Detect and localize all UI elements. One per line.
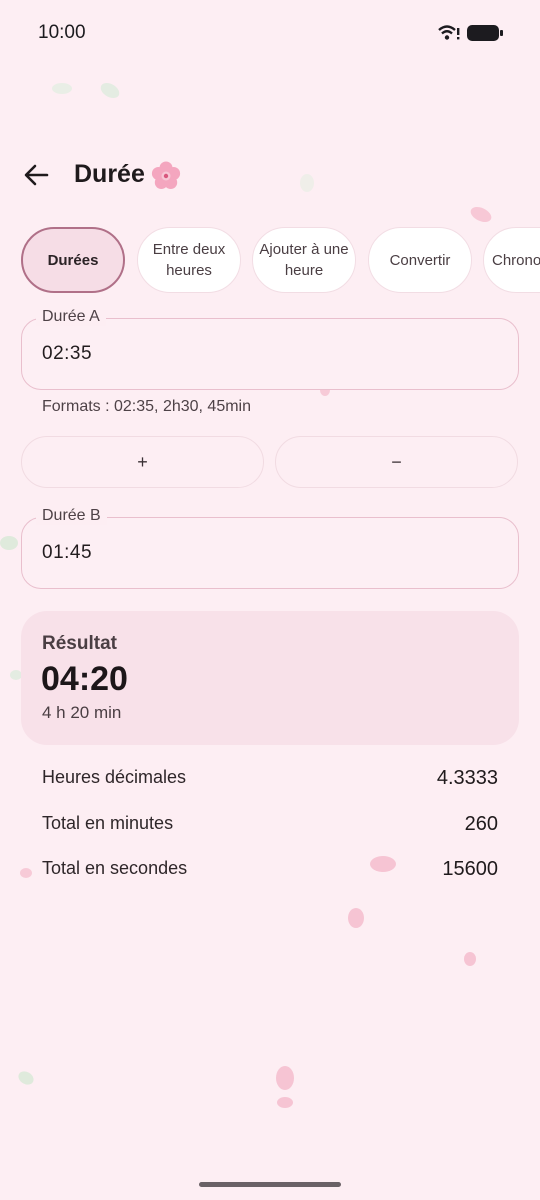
duration-a-value: 02:35 bbox=[42, 343, 93, 364]
back-button[interactable] bbox=[16, 154, 58, 196]
duration-a-field[interactable]: Durée A 02:35 bbox=[21, 308, 519, 390]
tab-entre-deux-heures[interactable]: Entre deux heures bbox=[137, 227, 241, 293]
cherry-blossom-icon bbox=[151, 161, 181, 189]
result-value: 04:20 bbox=[41, 660, 128, 698]
decorative-petal bbox=[20, 868, 32, 878]
page-title: Durée bbox=[74, 160, 145, 188]
battery-icon bbox=[467, 25, 503, 41]
duration-b-field[interactable]: Durée B 01:45 bbox=[21, 507, 519, 589]
stat-value: 4.3333 bbox=[436, 767, 498, 789]
stat-label: Total en secondes bbox=[42, 858, 188, 878]
decorative-petal bbox=[468, 203, 494, 226]
result-subtitle: 4 h 20 min bbox=[42, 703, 122, 722]
duration-b-label: Durée B bbox=[36, 507, 107, 525]
duration-b-value: 01:45 bbox=[42, 542, 93, 563]
home-indicator[interactable] bbox=[199, 1182, 341, 1187]
decorative-petal bbox=[0, 536, 18, 550]
decorative-petal bbox=[348, 908, 364, 928]
top-app-bar: Durée bbox=[0, 148, 540, 202]
decorative-petal bbox=[16, 1068, 36, 1088]
tab-durees[interactable]: Durées bbox=[21, 227, 125, 293]
decorative-petal bbox=[98, 79, 122, 102]
tab-label: Durées bbox=[47, 251, 99, 269]
result-card: Résultat 04:20 4 h 20 min bbox=[21, 611, 519, 745]
status-time: 10:00 bbox=[38, 22, 86, 43]
duration-a-label: Durée A bbox=[36, 308, 106, 326]
wifi-icon bbox=[438, 25, 460, 40]
decorative-petal bbox=[277, 1097, 293, 1108]
result-title: Résultat bbox=[42, 633, 117, 654]
decorative-petal bbox=[52, 83, 72, 94]
decorative-petal bbox=[276, 1066, 294, 1090]
format-helper-text: Formats : 02:35, 2h30, 45min bbox=[42, 398, 251, 415]
stat-row-decimal-hours: Heures décimales 4.3333 bbox=[42, 767, 498, 793]
minus-label: − bbox=[391, 451, 402, 472]
tab-label: Entre deux heures bbox=[152, 241, 226, 279]
decorative-petal bbox=[464, 952, 476, 966]
arrow-left-icon bbox=[24, 164, 49, 186]
tab-label: Ajouter à une heure bbox=[259, 241, 349, 279]
tab-convertir[interactable]: Convertir bbox=[368, 227, 472, 293]
tab-label: Convertir bbox=[389, 251, 451, 269]
stat-row-total-minutes: Total en minutes 260 bbox=[42, 813, 498, 839]
tab-chrono[interactable]: Chrono bbox=[483, 227, 540, 293]
tab-label: Chrono bbox=[492, 251, 540, 269]
add-button[interactable]: + bbox=[21, 436, 264, 488]
stat-row-total-seconds: Total en secondes 15600 bbox=[42, 858, 498, 884]
mode-tabs: Durées Entre deux heures Ajouter à une h… bbox=[0, 226, 540, 296]
tab-ajouter-a-une-heure[interactable]: Ajouter à une heure bbox=[252, 227, 356, 293]
plus-label: + bbox=[137, 451, 148, 472]
stat-value: 15600 bbox=[442, 858, 498, 880]
stat-label: Heures décimales bbox=[42, 767, 187, 787]
stat-label: Total en minutes bbox=[42, 813, 174, 833]
status-bar: 10:00 bbox=[0, 0, 540, 64]
stat-value: 260 bbox=[464, 813, 498, 835]
subtract-button[interactable]: − bbox=[275, 436, 518, 488]
